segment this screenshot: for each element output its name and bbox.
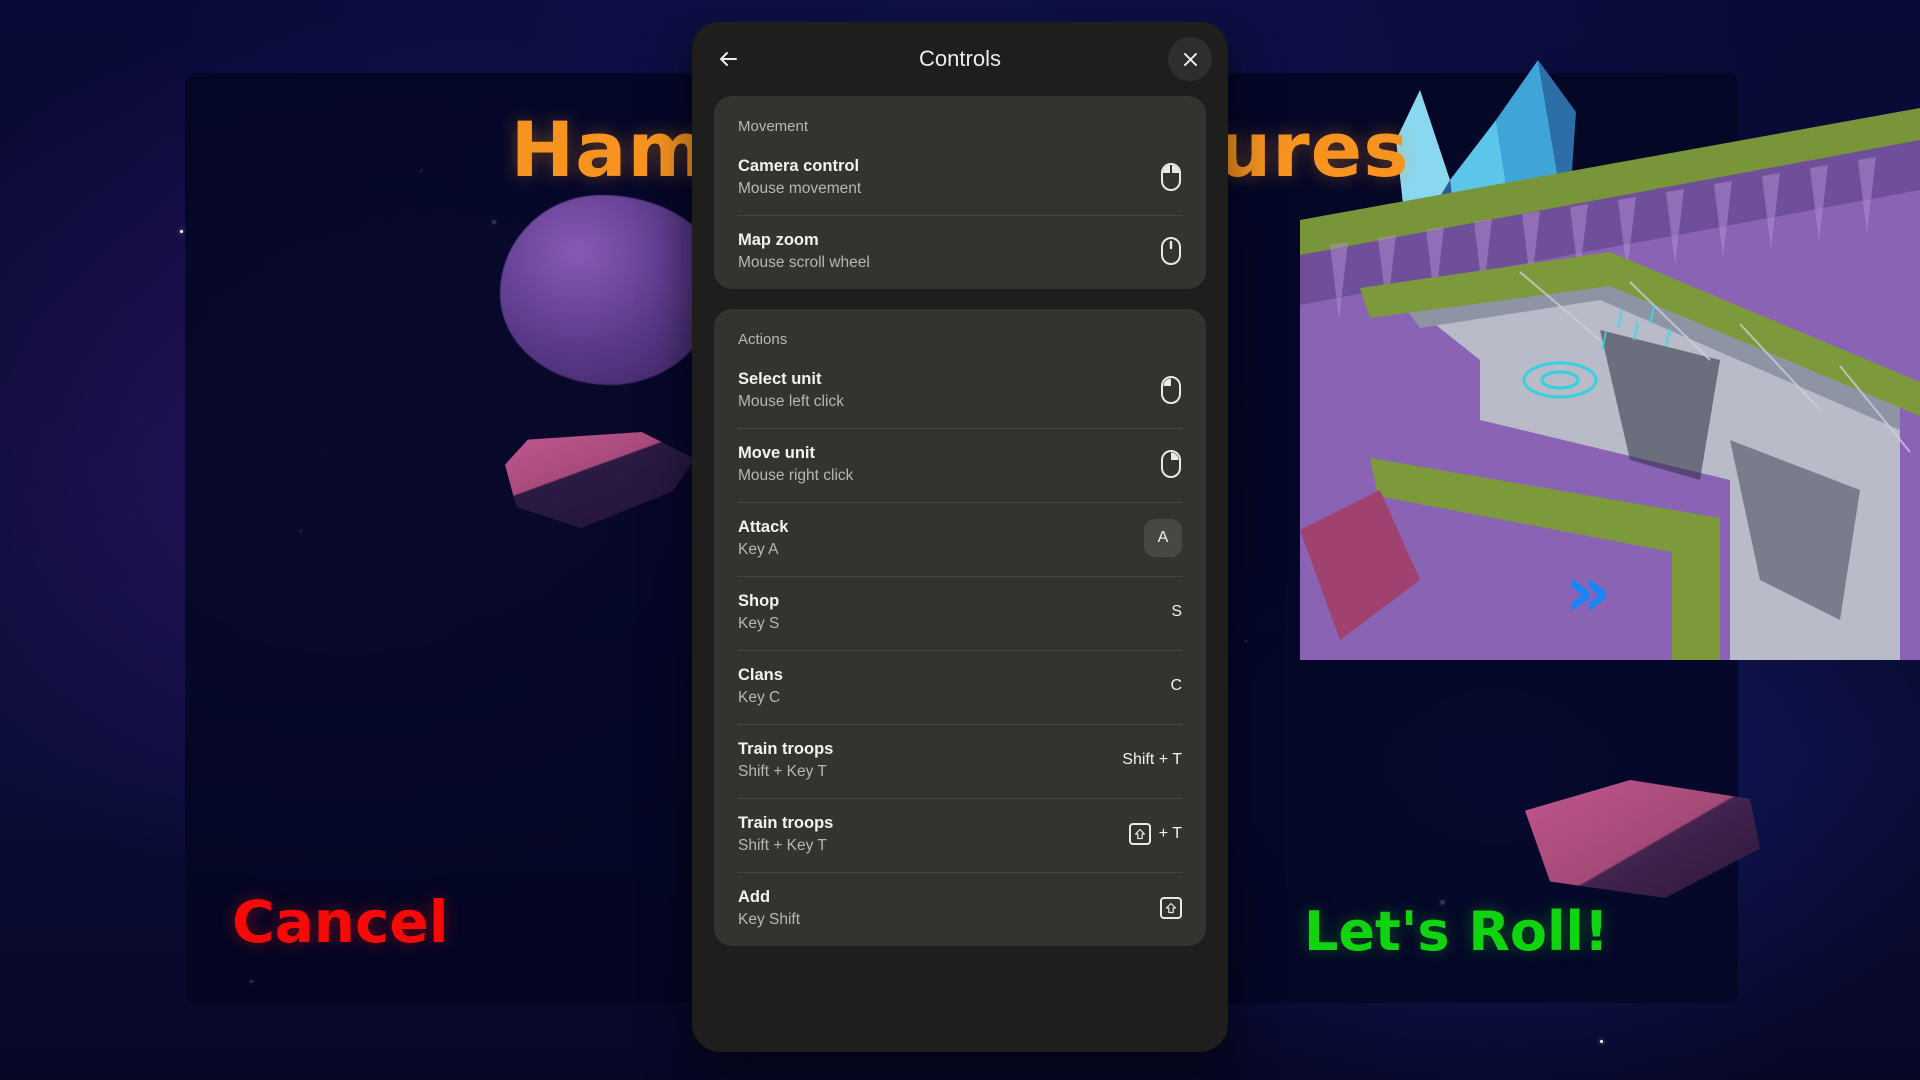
control-sublabel: Key A: [738, 540, 779, 558]
control-label: Move unit: [738, 443, 815, 462]
control-label: Clans: [738, 665, 783, 684]
control-label: Attack: [738, 517, 789, 536]
mouse-all-buttons-icon: [1161, 163, 1181, 191]
control-sublabel: Mouse right click: [738, 466, 854, 484]
double-chevron-right-icon[interactable]: »: [1565, 555, 1611, 627]
control-label: Shop: [738, 591, 780, 610]
control-row-texts: Attack Key A: [738, 518, 1130, 559]
control-row[interactable]: Train troops Shift + Key T Shift + T: [714, 724, 1206, 798]
control-row[interactable]: Select unit Mouse left click: [714, 354, 1206, 428]
control-row-texts: Map zoom Mouse scroll wheel: [738, 231, 1146, 272]
mouse-left-click-icon: [1161, 376, 1181, 404]
control-label: Add: [738, 887, 771, 906]
section-title: Movement: [738, 118, 809, 135]
control-binding[interactable]: + T: [1128, 823, 1182, 845]
control-row[interactable]: Add Key Shift: [714, 872, 1206, 946]
control-row[interactable]: Map zoom Mouse scroll wheel: [714, 215, 1206, 289]
control-row[interactable]: Move unit Mouse right click: [714, 428, 1206, 502]
mouse-scroll-wheel-icon: [1161, 237, 1181, 265]
control-row-texts: Camera control Mouse movement: [738, 157, 1146, 198]
arrow-left-icon: [720, 52, 737, 66]
control-sublabel: Key Shift: [738, 910, 801, 928]
control-binding[interactable]: Shift + T: [1122, 751, 1182, 769]
control-row-texts: Move unit Mouse right click: [738, 444, 1146, 485]
star: [1600, 1040, 1603, 1043]
cancel-button[interactable]: Cancel: [232, 888, 449, 956]
keybinding-text: C: [1170, 677, 1182, 694]
control-row-texts: Select unit Mouse left click: [738, 370, 1146, 411]
close-icon: [1183, 52, 1197, 66]
controls-section-actions: Actions Select unit Mouse left click Move u…: [714, 309, 1206, 946]
shift-key-icon: [1160, 897, 1182, 919]
control-binding[interactable]: [1160, 236, 1182, 266]
lets-roll-button[interactable]: Let's Roll!: [1304, 900, 1609, 963]
control-binding[interactable]: [1160, 897, 1182, 919]
keycap-badge: A: [1144, 519, 1182, 557]
control-binding[interactable]: A: [1144, 519, 1182, 557]
star: [180, 230, 183, 233]
control-sublabel: Key C: [738, 688, 781, 706]
control-binding[interactable]: [1160, 375, 1182, 405]
control-label: Map zoom: [738, 230, 819, 249]
control-row-texts: Clans Key C: [738, 666, 1156, 707]
keybinding-text: + T: [1158, 825, 1182, 842]
control-row[interactable]: Attack Key A A: [714, 502, 1206, 576]
control-label: Train troops: [738, 813, 834, 832]
keybinding-text: Shift + T: [1122, 751, 1182, 768]
controls-section-movement: Movement Camera control Mouse movement Map …: [714, 96, 1206, 289]
control-row-texts: Train troops Shift + Key T: [738, 814, 1115, 855]
control-row-texts: Train troops Shift + Key T: [738, 740, 1108, 781]
dialog-title: Controls: [919, 46, 1001, 71]
controls-dialog: Controls Movement Camera control Mouse mov…: [692, 22, 1228, 1052]
control-row[interactable]: Shop Key S S: [714, 576, 1206, 650]
close-button[interactable]: [1168, 37, 1212, 81]
control-label: Select unit: [738, 369, 822, 388]
control-row[interactable]: Camera control Mouse movement: [714, 141, 1206, 215]
control-sublabel: Mouse scroll wheel: [738, 253, 870, 271]
control-binding[interactable]: C: [1170, 677, 1182, 695]
control-label: Train troops: [738, 739, 834, 758]
control-sublabel: Mouse left click: [738, 392, 844, 410]
dialog-header: Controls: [692, 22, 1228, 96]
control-row-texts: Shop Key S: [738, 592, 1157, 633]
control-row[interactable]: Train troops Shift + Key T + T: [714, 798, 1206, 872]
control-row[interactable]: Clans Key C C: [714, 650, 1206, 724]
control-label: Camera control: [738, 156, 860, 175]
back-button[interactable]: [706, 37, 750, 81]
control-binding[interactable]: S: [1171, 603, 1182, 621]
control-row-texts: Add Key Shift: [738, 888, 1146, 929]
control-binding[interactable]: [1160, 162, 1182, 192]
controls-list: Movement Camera control Mouse movement Map …: [692, 96, 1228, 1052]
shift-key-icon: [1128, 823, 1151, 845]
keybinding-text: S: [1171, 603, 1182, 620]
control-sublabel: Shift + Key T: [738, 836, 827, 854]
control-sublabel: Shift + Key T: [738, 762, 827, 780]
control-sublabel: Key S: [738, 614, 780, 632]
control-sublabel: Mouse movement: [738, 179, 862, 197]
control-binding[interactable]: [1160, 449, 1182, 479]
mouse-right-click-icon: [1161, 450, 1181, 478]
section-title: Actions: [738, 331, 788, 348]
